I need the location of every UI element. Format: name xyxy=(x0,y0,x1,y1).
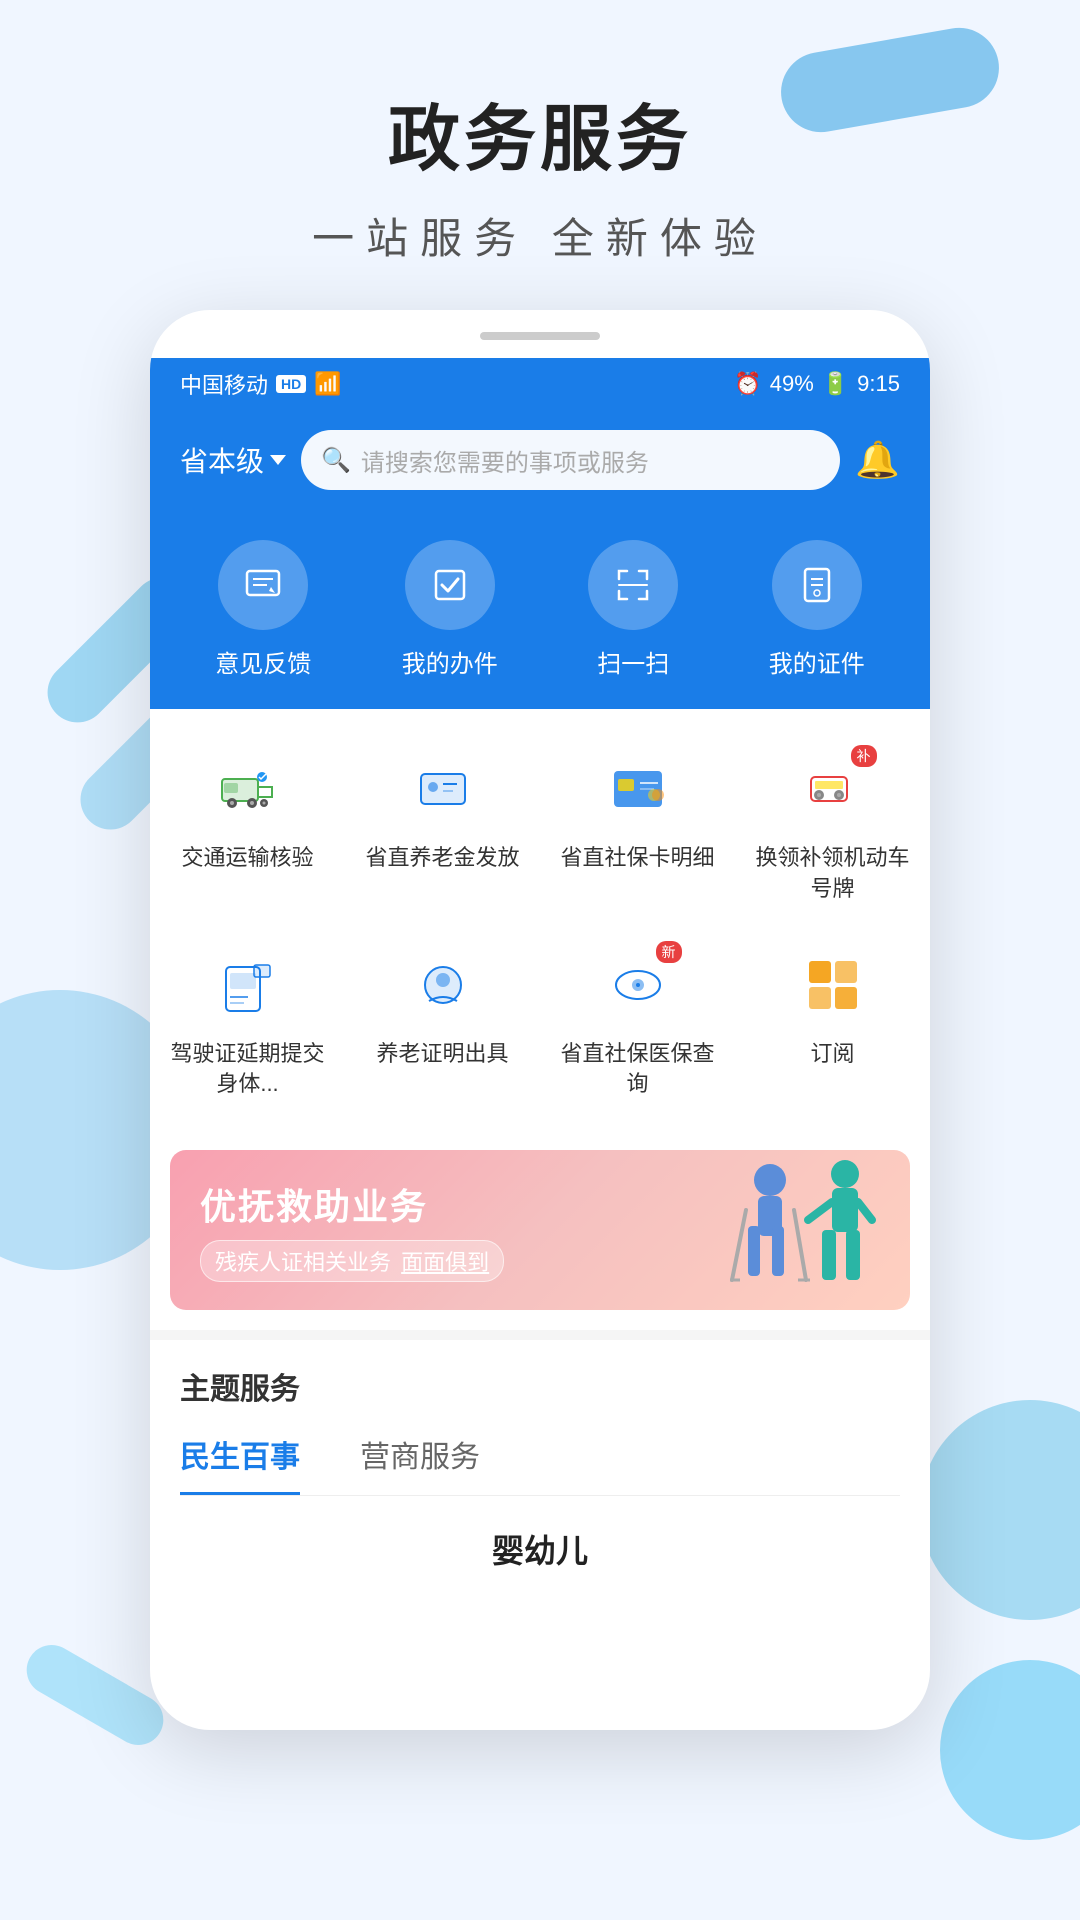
quick-action-mywork[interactable]: 我的办件 xyxy=(402,540,498,679)
services-grid: 交通运输核验 省直养老金发放 xyxy=(150,729,930,1120)
scan-label: 扫一扫 xyxy=(597,644,669,679)
social-medical-icon-wrap: 新 xyxy=(598,945,678,1025)
status-left: 中国移动 HD 📶 xyxy=(180,368,342,400)
tab-business[interactable]: 营商服务 xyxy=(360,1432,480,1495)
theme-services-title: 主题服务 xyxy=(180,1364,900,1408)
location-text: 省本级 xyxy=(180,440,264,480)
phone-speaker xyxy=(480,332,600,340)
alarm-icon: ⏰ xyxy=(734,371,761,397)
service-driving[interactable]: 驾驶证延期提交身体... xyxy=(150,925,345,1121)
mywork-label: 我的办件 xyxy=(402,644,498,679)
banner-subtitle-highlight: 面面俱到 xyxy=(401,1250,489,1275)
bg-decoration-5 xyxy=(940,1660,1080,1840)
search-placeholder: 请搜索您需要的事项或服务 xyxy=(361,443,649,478)
license-plate-icon-wrap: 补 xyxy=(793,749,873,829)
scan-icon-wrap xyxy=(588,540,678,630)
page-header: 政务服务 一站服务 全新体验 xyxy=(0,0,1080,266)
search-row: 省本级 🔍 请搜索您需要的事项或服务 🔔 xyxy=(180,430,900,490)
mycert-icon-wrap xyxy=(772,540,862,630)
mywork-icon-wrap xyxy=(405,540,495,630)
mycert-label: 我的证件 xyxy=(769,644,865,679)
dropdown-arrow-icon xyxy=(270,455,286,465)
phone-mockup: 中国移动 HD 📶 ⏰ 49% 🔋 9:15 省本级 🔍 请搜索您需要的事项或服… xyxy=(150,310,930,1730)
banner-text-area: 优抚救助业务 残疾人证相关业务 面面俱到 xyxy=(200,1178,504,1282)
banner-title: 优抚救助业务 xyxy=(200,1178,504,1230)
service-pension[interactable]: 省直养老金发放 xyxy=(345,729,540,925)
clock-time: 9:15 xyxy=(857,371,900,397)
service-traffic[interactable]: 交通运输核验 xyxy=(150,729,345,925)
pension-cert-label: 养老证明出具 xyxy=(376,1039,508,1070)
social-card-icon-wrap xyxy=(598,749,678,829)
search-box[interactable]: 🔍 请搜索您需要的事项或服务 xyxy=(301,430,840,490)
service-pension-cert[interactable]: 养老证明出具 xyxy=(345,925,540,1121)
feedback-label: 意见反馈 xyxy=(215,644,311,679)
pension-cert-icon-wrap xyxy=(403,945,483,1025)
driving-icon-wrap xyxy=(208,945,288,1025)
quick-action-feedback[interactable]: 意见反馈 xyxy=(215,540,311,679)
license-plate-badge: 补 xyxy=(851,745,877,767)
quick-action-scan[interactable]: 扫一扫 xyxy=(588,540,678,679)
pension-label: 省直养老金发放 xyxy=(365,843,519,874)
page-subtitle: 一站服务 全新体验 xyxy=(0,205,1080,266)
quick-actions: 意见反馈 我的办件 扫一扫 xyxy=(150,520,930,709)
promo-banner[interactable]: 优抚救助业务 残疾人证相关业务 面面俱到 xyxy=(170,1150,910,1310)
banner-figures xyxy=(710,1150,890,1310)
driving-label: 驾驶证延期提交身体... xyxy=(160,1039,335,1101)
tab-livelihood[interactable]: 民生百事 xyxy=(180,1432,300,1495)
theme-section: 主题服务 民生百事 营商服务 婴幼儿 xyxy=(150,1330,930,1596)
battery-icon: 🔋 xyxy=(822,371,849,397)
app-header: 省本级 🔍 请搜索您需要的事项或服务 🔔 xyxy=(150,410,930,520)
hd-badge: HD xyxy=(276,375,306,393)
carrier-name: 中国移动 xyxy=(180,368,268,400)
service-license-plate[interactable]: 补 换领补领机动车号牌 xyxy=(735,729,930,925)
banner-section: 优抚救助业务 残疾人证相关业务 面面俱到 xyxy=(150,1140,930,1330)
search-icon: 🔍 xyxy=(321,446,351,475)
status-right: ⏰ 49% 🔋 9:15 xyxy=(734,371,900,397)
banner-subtitle: 残疾人证相关业务 面面俱到 xyxy=(200,1240,504,1282)
signal-icon: 📶 xyxy=(314,371,341,397)
location-selector[interactable]: 省本级 xyxy=(180,440,286,480)
traffic-icon-wrap xyxy=(208,749,288,829)
service-social-medical[interactable]: 新 省直社保医保查询 xyxy=(540,925,735,1121)
traffic-label: 交通运输核验 xyxy=(181,843,313,874)
social-medical-label: 省直社保医保查询 xyxy=(550,1039,725,1101)
active-category: 婴幼儿 xyxy=(180,1526,900,1572)
page-title: 政务服务 xyxy=(0,80,1080,185)
theme-tabs: 民生百事 营商服务 xyxy=(180,1432,900,1496)
pension-icon-wrap xyxy=(403,749,483,829)
services-section: 交通运输核验 省直养老金发放 xyxy=(150,709,930,1140)
battery-level: 49% xyxy=(770,371,814,397)
subscribe-label: 订阅 xyxy=(810,1039,854,1070)
quick-action-mycert[interactable]: 我的证件 xyxy=(769,540,865,679)
feedback-icon-wrap xyxy=(218,540,308,630)
subscribe-icon-wrap xyxy=(793,945,873,1025)
social-card-label: 省直社保卡明细 xyxy=(560,843,714,874)
notification-bell-icon[interactable]: 🔔 xyxy=(855,439,900,481)
license-plate-label: 换领补领机动车号牌 xyxy=(745,843,920,905)
bg-decoration-6 xyxy=(920,1400,1080,1620)
service-social-card[interactable]: 省直社保卡明细 xyxy=(540,729,735,925)
status-bar: 中国移动 HD 📶 ⏰ 49% 🔋 9:15 xyxy=(150,358,930,410)
service-subscribe[interactable]: 订阅 xyxy=(735,925,930,1121)
banner-subtitle-text: 残疾人证相关业务 xyxy=(215,1250,391,1275)
